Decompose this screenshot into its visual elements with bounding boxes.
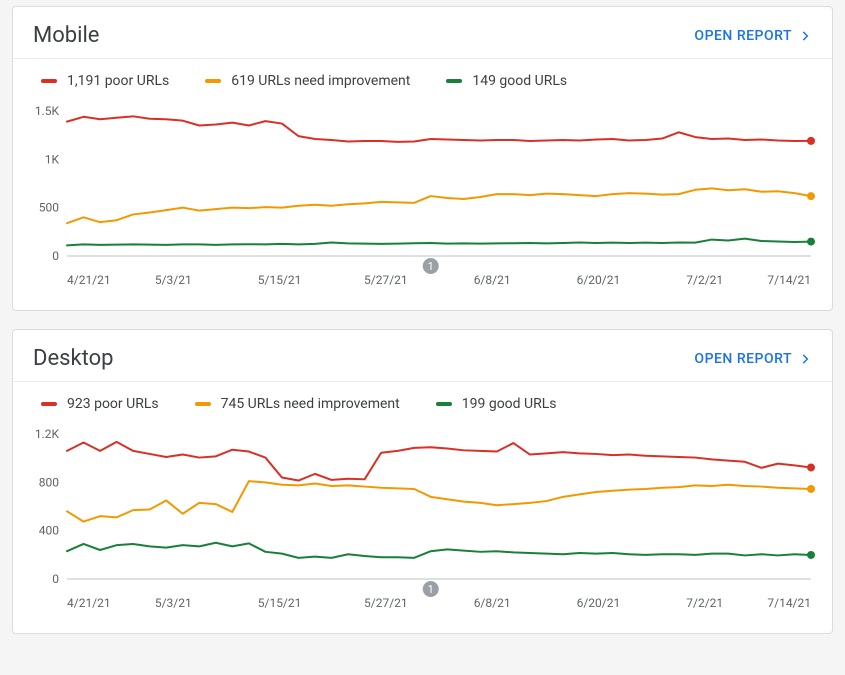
svg-text:5/3/21: 5/3/21 bbox=[155, 596, 192, 610]
svg-text:500: 500 bbox=[39, 201, 59, 215]
legend-need: 745 URLs need improvement bbox=[195, 396, 400, 412]
chevron-right-icon bbox=[798, 352, 812, 366]
svg-text:7/2/21: 7/2/21 bbox=[686, 273, 723, 287]
chevron-right-icon bbox=[798, 29, 812, 43]
svg-text:4/21/21: 4/21/21 bbox=[67, 273, 111, 287]
legend-good: 149 good URLs bbox=[446, 73, 567, 89]
svg-text:4/21/21: 4/21/21 bbox=[67, 596, 111, 610]
svg-text:1.5K: 1.5K bbox=[35, 104, 60, 118]
legend-poor: 923 poor URLs bbox=[41, 396, 159, 412]
svg-text:1: 1 bbox=[428, 260, 434, 273]
open-report-label: OPEN REPORT bbox=[694, 28, 792, 44]
mobile-card: Mobile OPEN REPORT 1,191 poor URLs 619 U… bbox=[12, 6, 833, 311]
svg-text:7/14/21: 7/14/21 bbox=[767, 596, 811, 610]
open-report-desktop[interactable]: OPEN REPORT bbox=[694, 351, 812, 367]
svg-text:0: 0 bbox=[52, 572, 59, 586]
swatch-poor bbox=[41, 79, 57, 83]
svg-text:5/27/21: 5/27/21 bbox=[364, 596, 408, 610]
swatch-need bbox=[195, 402, 211, 406]
svg-text:0: 0 bbox=[52, 249, 59, 263]
mobile-title: Mobile bbox=[33, 23, 99, 48]
svg-text:1.2K: 1.2K bbox=[35, 427, 60, 441]
svg-text:1: 1 bbox=[428, 583, 434, 596]
swatch-poor bbox=[41, 402, 57, 406]
mobile-chart: 0 500 1K 1.5K 4/21/21 5/3/21 5/15/21 5/27/21 6/8… bbox=[13, 95, 832, 310]
swatch-need bbox=[205, 79, 221, 83]
svg-text:7/14/21: 7/14/21 bbox=[767, 273, 811, 287]
mobile-legend: 1,191 poor URLs 619 URLs need improvemen… bbox=[13, 59, 832, 95]
svg-text:6/20/21: 6/20/21 bbox=[577, 273, 621, 287]
desktop-card: Desktop OPEN REPORT 923 poor URLs 745 UR… bbox=[12, 329, 833, 634]
svg-text:5/27/21: 5/27/21 bbox=[364, 273, 408, 287]
desktop-legend: 923 poor URLs 745 URLs need improvement … bbox=[13, 382, 832, 418]
svg-text:6/8/21: 6/8/21 bbox=[474, 596, 511, 610]
open-report-label: OPEN REPORT bbox=[694, 351, 792, 367]
swatch-good bbox=[436, 402, 452, 406]
svg-text:7/2/21: 7/2/21 bbox=[686, 596, 723, 610]
legend-need: 619 URLs need improvement bbox=[205, 73, 410, 89]
svg-text:800: 800 bbox=[39, 475, 59, 489]
svg-text:5/15/21: 5/15/21 bbox=[258, 596, 302, 610]
legend-good: 199 good URLs bbox=[436, 396, 557, 412]
swatch-good bbox=[446, 79, 462, 83]
svg-text:6/20/21: 6/20/21 bbox=[577, 596, 621, 610]
svg-text:5/3/21: 5/3/21 bbox=[155, 273, 192, 287]
svg-text:400: 400 bbox=[39, 524, 59, 538]
svg-text:6/8/21: 6/8/21 bbox=[474, 273, 511, 287]
open-report-mobile[interactable]: OPEN REPORT bbox=[694, 28, 812, 44]
legend-poor: 1,191 poor URLs bbox=[41, 73, 169, 89]
desktop-chart: 0 400 800 1.2K 4/21/21 5/3/21 5/15/21 5/27/21 6/… bbox=[13, 418, 832, 633]
svg-text:1K: 1K bbox=[45, 152, 60, 166]
svg-text:5/15/21: 5/15/21 bbox=[258, 273, 302, 287]
desktop-title: Desktop bbox=[33, 346, 114, 371]
